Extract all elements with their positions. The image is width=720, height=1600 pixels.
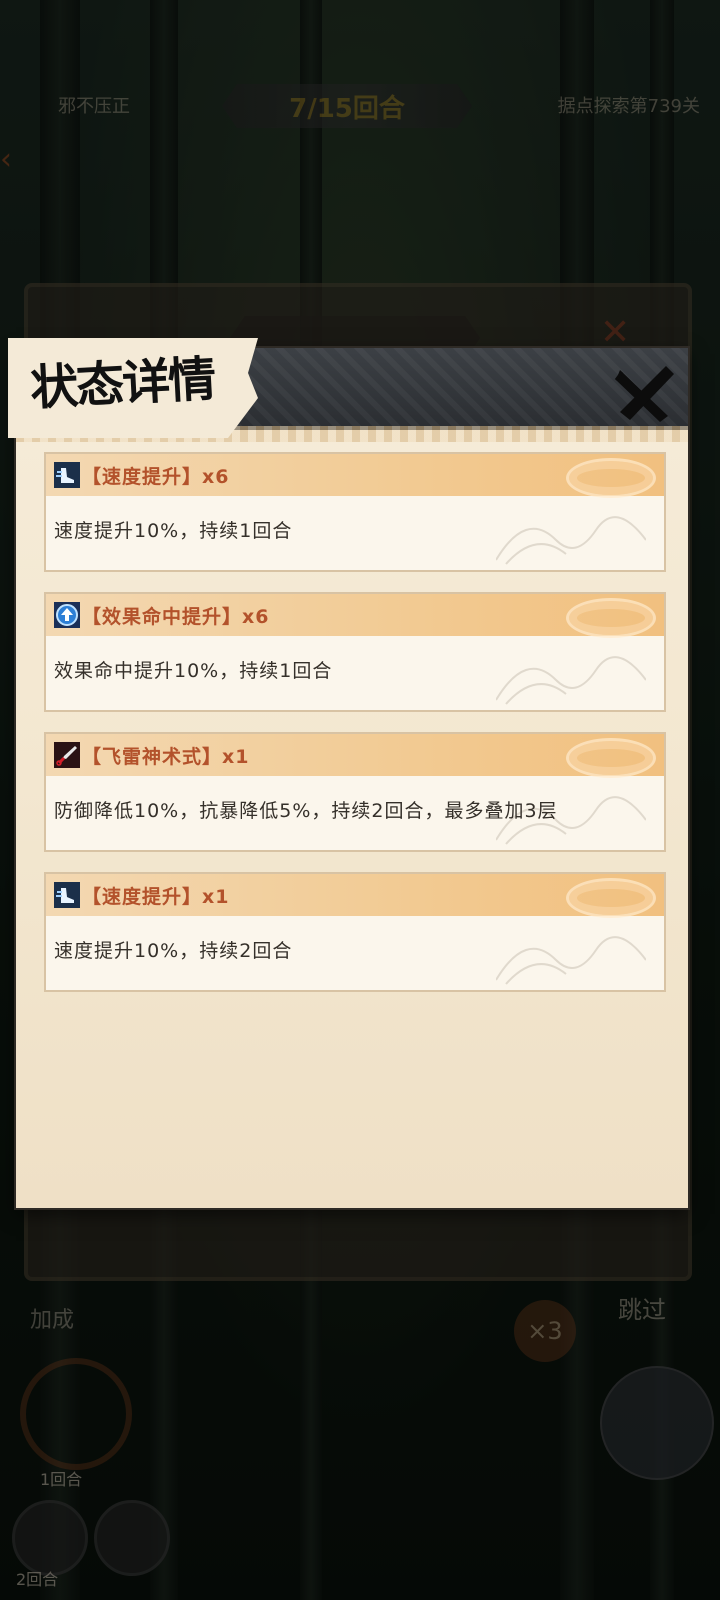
close-button[interactable] (612, 360, 678, 426)
speed-boot-icon (54, 462, 80, 488)
swirl-decoration (566, 458, 656, 498)
effect-title: 【速度提升】x6 (82, 465, 230, 488)
hit-up-arrow-icon (54, 602, 80, 628)
effect-description: 速度提升10%，持续1回合 (54, 520, 293, 542)
effect-title: 【速度提升】x1 (82, 885, 230, 908)
speed-boot-icon (54, 882, 80, 908)
effect-description: 防御降低10%，抗暴降低5%，持续2回合，最多叠加3层 (54, 800, 558, 822)
effect-card: 【速度提升】x1 速度提升10%，持续2回合 (44, 872, 666, 992)
effect-card-header: 【飞雷神术式】x1 (46, 734, 664, 778)
swirl-decoration (566, 598, 656, 638)
effect-card: 【飞雷神术式】x1 防御降低10%，抗暴降低5%，持续2回合，最多叠加3层 (44, 732, 666, 852)
close-x-icon (614, 366, 674, 422)
effect-title: 【飞雷神术式】x1 (82, 745, 250, 768)
dialog-title: 状态详情 (28, 351, 216, 417)
wave-decoration (496, 656, 646, 705)
swirl-decoration (566, 878, 656, 918)
effect-card-header: 【效果命中提升】x6 (46, 594, 664, 638)
effect-card: 【速度提升】x6 速度提升10%，持续1回合 (44, 452, 666, 572)
effect-description: 速度提升10%，持续2回合 (54, 940, 293, 962)
effect-card-header: 【速度提升】x1 (46, 874, 664, 918)
effect-list: 【速度提升】x6 速度提升10%，持续1回合 【效果命中提升】x6 效果命中提升… (44, 452, 666, 1012)
status-detail-dialog: 状态详情 【速度提升】x6 速度提升10%，持续1回合 【效果命中提升】x6 效… (8, 338, 688, 1208)
wave-decoration (496, 516, 646, 565)
effect-title: 【效果命中提升】x6 (82, 605, 270, 628)
swirl-decoration (566, 738, 656, 778)
effect-card: 【效果命中提升】x6 效果命中提升10%，持续1回合 (44, 592, 666, 712)
kunai-icon (54, 742, 80, 768)
effect-description: 效果命中提升10%，持续1回合 (54, 660, 333, 682)
wave-decoration (496, 936, 646, 985)
effect-card-header: 【速度提升】x6 (46, 454, 664, 498)
